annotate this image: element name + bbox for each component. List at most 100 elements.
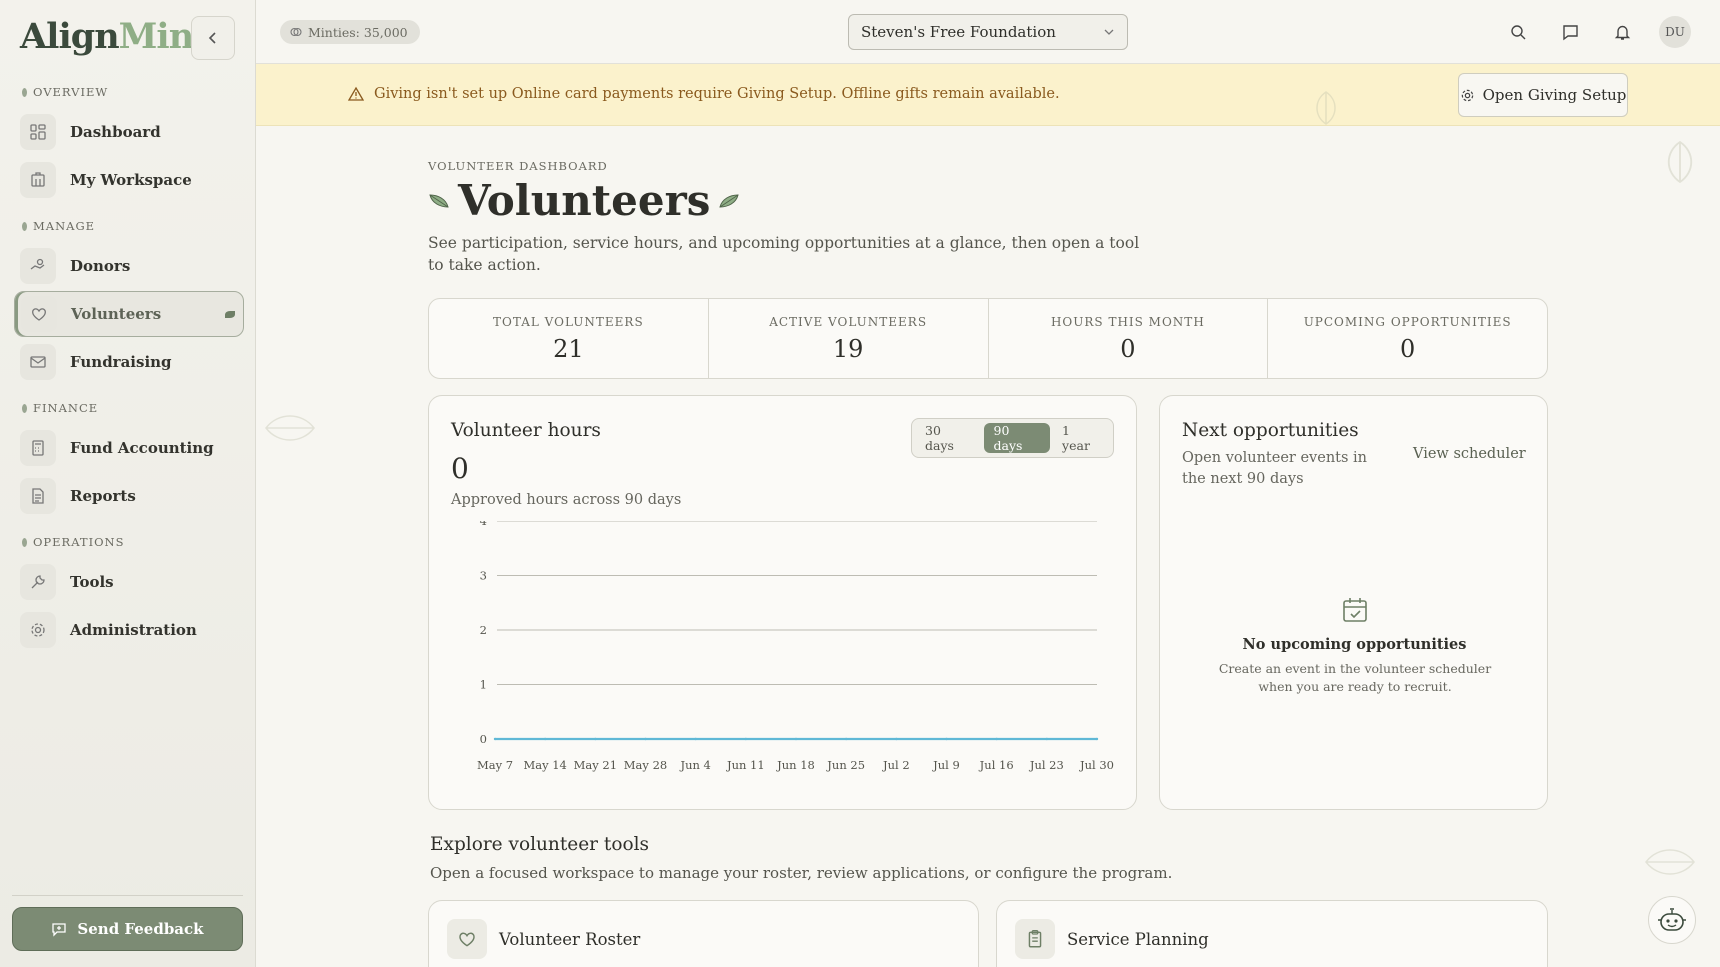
data-point: [594, 737, 597, 741]
sidebar-item-donors[interactable]: Donors: [14, 243, 244, 289]
clipboard-icon: [1015, 919, 1055, 959]
empty-state-title: No upcoming opportunities: [1242, 636, 1467, 653]
x-tick-label: May 28: [624, 758, 667, 772]
notifications-button[interactable]: [1608, 18, 1636, 46]
data-point: [794, 737, 798, 741]
volunteer-hours-card: Volunteer hours 0 Approved hours across …: [428, 395, 1137, 810]
collapse-sidebar-button[interactable]: [191, 16, 235, 60]
dashboard-icon: [20, 114, 56, 150]
data-point: [844, 737, 848, 741]
y-tick-label: 3: [480, 569, 487, 583]
coin-icon: [290, 27, 302, 37]
range-30-days-button[interactable]: 30 days: [915, 423, 982, 453]
mail-icon: [20, 344, 56, 380]
section-label-operations: OPERATIONS: [22, 535, 124, 549]
y-tick-label: 4: [480, 521, 487, 528]
volunteer-hours-chart: 0 1 2 3 4 May 7 May 14 May 21 May 28 Jun 4 Jun 11 J…: [477, 521, 1114, 772]
y-tick-label: 1: [480, 678, 487, 692]
stat-active-volunteers: ACTIVE VOLUNTEERS 19: [709, 299, 989, 378]
x-tick-label: Jun 25: [826, 758, 865, 772]
stat-upcoming-opportunities: UPCOMING OPPORTUNITIES 0: [1303, 315, 1512, 363]
sidebar-item-fund-accounting[interactable]: Fund Accounting: [14, 425, 244, 471]
hours-caption: Approved hours across 90 days: [451, 492, 682, 508]
view-scheduler-link[interactable]: View scheduler: [1413, 446, 1526, 462]
x-tick-label: May 7: [477, 758, 513, 772]
data-point: [644, 737, 647, 741]
leaf-dot-icon: [22, 221, 27, 231]
sidebar-item-reports[interactable]: Reports: [14, 473, 244, 519]
sidebar-item-label: Fundraising: [70, 353, 172, 371]
explore-title: Explore volunteer tools: [430, 834, 650, 855]
tool-card-service-planning[interactable]: Service Planning: [996, 900, 1548, 967]
search-button[interactable]: [1504, 18, 1532, 46]
sidebar-item-label: Fund Accounting: [70, 439, 214, 457]
assistant-button[interactable]: [1648, 896, 1696, 944]
robot-assistant-icon: [1658, 908, 1686, 931]
x-tick-label: Jun 18: [776, 758, 815, 772]
decorative-leaf-icon: [1316, 91, 1336, 125]
sidebar-item-label: Dashboard: [70, 123, 161, 141]
leaf-icon: [429, 193, 449, 208]
search-icon: [1510, 24, 1525, 39]
page-eyebrow: VOLUNTEER DASHBOARD: [428, 159, 608, 173]
opportunities-title: Next opportunities: [1182, 420, 1359, 441]
app-logo[interactable]: AlignMint: [20, 16, 209, 57]
data-point: [895, 737, 898, 741]
organization-select[interactable]: Steven's Free Foundation: [848, 14, 1128, 50]
sidebar-item-label: Reports: [70, 487, 136, 505]
sidebar-item-administration[interactable]: Administration: [14, 607, 244, 653]
tool-card-volunteer-roster[interactable]: Volunteer Roster: [428, 900, 979, 967]
explore-subtitle: Open a focused workspace to manage your …: [430, 864, 1173, 882]
minties-badge: Minties: 35,000: [280, 20, 420, 44]
data-point: [493, 737, 497, 741]
x-tick-label: May 21: [574, 758, 617, 772]
y-tick-label: 2: [480, 623, 487, 637]
leaf-dot-icon: [22, 87, 27, 97]
leaf-icon: [719, 193, 740, 208]
gear-icon: [20, 612, 56, 648]
hours-title: Volunteer hours: [451, 420, 601, 441]
chat-icon: [1562, 24, 1578, 40]
opportunities-subtitle: Open volunteer events in the next 90 day…: [1182, 450, 1368, 487]
empty-state-text: Create an event in the volunteer schedul…: [1218, 661, 1492, 694]
x-tick-label: Jun 11: [726, 758, 765, 772]
data-point: [543, 737, 547, 741]
stats-summary: TOTAL VOLUNTEERS 21 ACTIVE VOLUNTEERS 19…: [428, 298, 1548, 379]
data-point: [995, 737, 998, 741]
banner-message: Giving isn't set up Online card payments…: [348, 86, 1060, 102]
section-label-manage: MANAGE: [22, 219, 95, 233]
calculator-icon: [20, 430, 56, 466]
sidebar-item-tools[interactable]: Tools: [14, 559, 244, 605]
page-subtitle: See participation, service hours, and up…: [428, 234, 1140, 274]
x-tick-label: Jul 23: [1029, 758, 1064, 772]
open-giving-setup-button[interactable]: Open Giving Setup: [1458, 73, 1628, 117]
next-opportunities-card: Next opportunities Open volunteer events…: [1159, 395, 1548, 810]
x-tick-label: Jul 30: [1079, 758, 1114, 772]
decorative-leaf-icon: [1667, 140, 1693, 184]
leaf-dot-icon: [22, 403, 27, 413]
sidebar-item-fundraising[interactable]: Fundraising: [14, 339, 244, 385]
user-avatar[interactable]: DU: [1659, 16, 1691, 48]
decorative-leaf-icon: [265, 415, 315, 441]
giving-setup-banner: Giving isn't set up Online card payments…: [256, 64, 1720, 126]
sidebar-item-my-workspace[interactable]: My Workspace: [14, 157, 244, 203]
hours-value: 0: [451, 452, 469, 485]
x-tick-label: Jul 2: [882, 758, 910, 772]
sidebar-item-dashboard[interactable]: Dashboard: [14, 109, 244, 155]
range-90-days-button[interactable]: 90 days: [983, 423, 1051, 453]
messages-button[interactable]: [1556, 18, 1584, 46]
y-tick-label: 0: [480, 732, 487, 746]
building-icon: [20, 162, 56, 198]
top-bar: Minties: 35,000 Steven's Free Foundation…: [256, 0, 1720, 64]
leaf-indicator-icon: [225, 311, 235, 318]
send-feedback-button[interactable]: Send Feedback: [12, 907, 243, 951]
warning-icon: [348, 86, 364, 101]
leaf-dot-icon: [22, 537, 27, 547]
calendar-check-icon: [1343, 598, 1367, 622]
sidebar-item-volunteers[interactable]: Volunteers: [14, 291, 244, 337]
heart-icon: [21, 296, 57, 332]
bell-icon: [1614, 25, 1630, 40]
sidebar-item-label: Tools: [70, 573, 114, 591]
stat-hours-this-month: HOURS THIS MONTH 0: [989, 299, 1269, 378]
range-1-year-button[interactable]: 1 year: [1052, 423, 1110, 453]
